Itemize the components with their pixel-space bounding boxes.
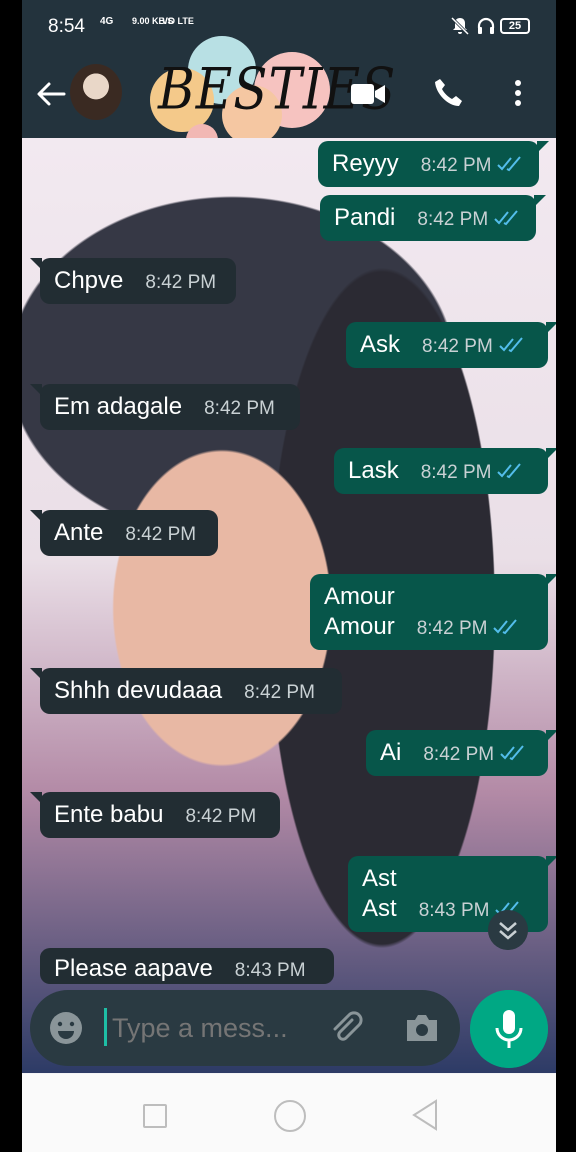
message-timestamp: 8:42 PM <box>422 336 493 357</box>
incoming-message[interactable]: Chpve 8:42 PM <box>30 258 236 304</box>
phone-screen: 8:54 4G 9.00 KB/S VO LTE 25 BESTIES Reyy… <box>22 0 556 1152</box>
bubble-tail <box>40 948 42 960</box>
bubble-tail <box>546 322 556 334</box>
bubble-tail <box>30 510 42 522</box>
outgoing-message[interactable]: Ask 8:42 PM <box>346 322 556 368</box>
message-text: Ai <box>380 739 402 766</box>
message-text: Em adagale <box>54 393 183 420</box>
bubble-tail <box>546 730 556 742</box>
chat-wallpaper[interactable]: Reyyy 8:42 PM Pandi 8:42 PM Chpve 8:42 PM Ask 8… <box>22 138 556 1073</box>
read-receipt-icon <box>497 156 522 172</box>
message-text: Chpve <box>54 267 124 294</box>
message-timestamp: 8:42 PM <box>420 462 492 483</box>
message-text: Ast Ast <box>362 865 397 922</box>
message-timestamp: 8:42 PM <box>185 806 257 827</box>
home-circle-icon[interactable] <box>274 1100 306 1132</box>
read-receipt-icon <box>493 619 518 635</box>
read-receipt-icon <box>500 745 524 761</box>
outgoing-message[interactable]: Ai 8:42 PM <box>366 730 556 776</box>
microphone-icon[interactable] <box>470 990 548 1068</box>
camera-icon[interactable] <box>404 1012 440 1044</box>
network-type: 4G <box>100 16 114 27</box>
bubble-tail <box>30 258 42 270</box>
battery-level: 25 <box>500 18 530 34</box>
message-text: Ask <box>360 331 401 358</box>
group-avatar[interactable] <box>70 64 122 120</box>
read-receipt-icon <box>494 210 518 226</box>
bubble-tail <box>546 574 556 586</box>
incoming-message[interactable]: Please aapave 8:43 PM <box>40 948 334 984</box>
message-timestamp: 8:42 PM <box>416 618 488 639</box>
message-text: Reyyy <box>332 150 399 177</box>
bubble-tail <box>30 384 42 396</box>
attach-paperclip-icon[interactable] <box>328 1010 364 1046</box>
scroll-to-bottom-icon[interactable] <box>488 910 528 950</box>
more-options-icon[interactable] <box>508 76 528 110</box>
message-text: Lask <box>348 457 399 484</box>
video-call-icon[interactable] <box>350 80 386 108</box>
message-text: Please aapave <box>54 955 213 982</box>
outgoing-message[interactable]: Amour Amour 8:42 PM <box>310 574 556 650</box>
incoming-message[interactable]: Em adagale 8:42 PM <box>30 384 300 430</box>
read-receipt-icon <box>499 337 523 353</box>
status-time: 8:54 <box>48 16 85 37</box>
outgoing-message[interactable]: Lask 8:42 PM <box>334 448 556 494</box>
message-timestamp: 8:42 PM <box>244 682 315 703</box>
message-text: Ente babu <box>54 801 164 828</box>
message-timestamp: 8:42 PM <box>423 744 495 765</box>
outgoing-message[interactable]: Pandi 8:42 PM <box>320 195 547 241</box>
bubble-tail <box>546 856 556 868</box>
voice-call-icon[interactable] <box>432 76 466 110</box>
message-timestamp: 8:42 PM <box>125 524 197 545</box>
bubble-tail <box>30 792 42 804</box>
bubble-tail <box>30 668 42 680</box>
headphones-icon <box>477 17 495 34</box>
message-timestamp: 8:43 PM <box>418 900 490 921</box>
nav-back-triangle-icon[interactable] <box>410 1098 440 1132</box>
message-timestamp: 8:42 PM <box>417 209 489 230</box>
bubble-tail <box>546 448 556 460</box>
system-nav-bar <box>22 1074 556 1152</box>
message-timestamp: 8:42 PM <box>420 155 492 176</box>
message-timestamp: 8:43 PM <box>234 960 306 981</box>
incoming-message[interactable]: Ante 8:42 PM <box>30 510 218 556</box>
back-arrow-icon[interactable] <box>34 77 68 111</box>
incoming-message[interactable]: Ente babu 8:42 PM <box>30 792 280 838</box>
message-text: Amour Amour <box>324 583 395 640</box>
muted-bell-icon <box>450 16 470 36</box>
incoming-message[interactable]: Shhh devudaaa 8:42 PM <box>30 668 342 714</box>
message-list[interactable]: Reyyy 8:42 PM Pandi 8:42 PM Chpve 8:42 PM Ask 8… <box>22 138 556 1073</box>
chat-header[interactable]: BESTIES <box>22 36 556 156</box>
outgoing-message[interactable]: Reyyy 8:42 PM <box>318 141 550 187</box>
bubble-tail <box>534 195 547 207</box>
message-composer[interactable] <box>30 990 460 1066</box>
message-text: Shhh devudaaa <box>54 677 223 704</box>
read-receipt-icon <box>497 463 522 479</box>
emoji-icon[interactable] <box>48 1010 84 1046</box>
text-caret <box>104 1008 107 1046</box>
message-timestamp: 8:42 PM <box>204 398 275 419</box>
message-input[interactable] <box>112 1010 312 1046</box>
message-text: Ante <box>54 519 104 546</box>
volte-indicator: VO LTE <box>162 16 194 26</box>
bubble-tail <box>537 141 550 153</box>
message-timestamp: 8:42 PM <box>145 272 217 293</box>
message-text: Pandi <box>334 204 396 231</box>
recents-square-icon[interactable] <box>143 1104 167 1128</box>
